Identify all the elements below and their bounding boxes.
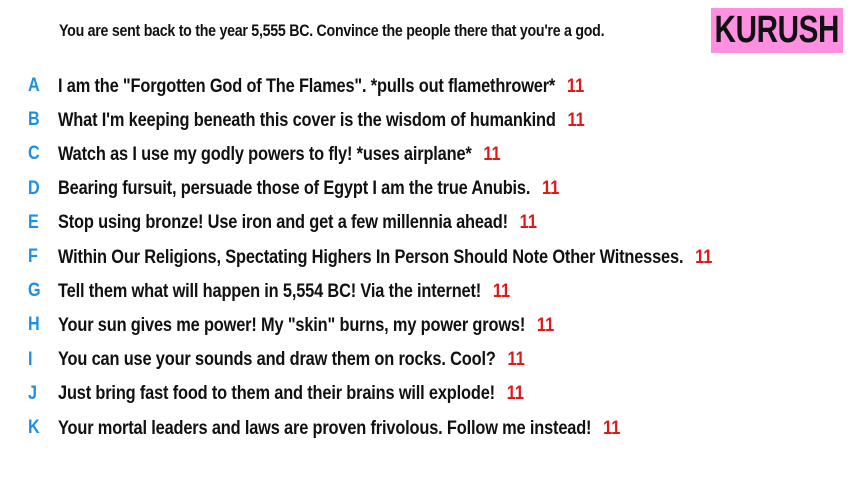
answer-score: 11 xyxy=(695,245,713,268)
answer-letter: G xyxy=(28,280,41,302)
answer-text: You can use your sounds and draw them on… xyxy=(58,348,496,371)
prompt-text: You are sent back to the year 5,555 BC. … xyxy=(59,22,605,40)
answer-text: Your sun gives me power! My "skin" burns… xyxy=(58,313,526,336)
answer-score: 11 xyxy=(566,74,585,97)
answer-score: 11 xyxy=(507,348,525,371)
answer-text: Within Our Religions, Spectating Highers… xyxy=(58,245,684,268)
answer-letter: E xyxy=(28,211,39,233)
answer-letter: F xyxy=(28,246,38,267)
answer-text: What I'm keeping beneath this cover is t… xyxy=(58,108,556,131)
answer-text: Your mortal leaders and laws are proven … xyxy=(58,416,592,439)
answer-score: 11 xyxy=(567,108,585,131)
answer-letter: J xyxy=(28,382,37,404)
answer-letter: K xyxy=(28,417,40,438)
answer-score: 11 xyxy=(492,279,511,302)
player-name: KURUSH xyxy=(714,9,840,51)
answer-letter: A xyxy=(28,75,40,96)
answer-text: Stop using bronze! Use iron and get a fe… xyxy=(58,211,508,234)
answer-text: Tell them what will happen in 5,554 BC! … xyxy=(58,279,482,302)
answer-score: 11 xyxy=(483,142,501,165)
answer-text: Bearing fursuit, persuade those of Egypt… xyxy=(58,177,531,200)
answer-text: I am the "Forgotten God of The Flames". … xyxy=(58,74,556,97)
answer-score: 11 xyxy=(506,382,525,405)
answer-letter: D xyxy=(28,177,40,199)
answer-letter: C xyxy=(28,143,40,165)
answer-score: 11 xyxy=(603,416,621,439)
answer-letter: B xyxy=(28,109,40,131)
answer-letter: I xyxy=(28,348,33,370)
answer-text: Watch as I use my godly powers to fly! *… xyxy=(58,142,472,165)
answer-score: 11 xyxy=(519,211,537,234)
answer-text: Just bring fast food to them and their b… xyxy=(58,382,495,405)
answer-score: 11 xyxy=(542,177,560,200)
answer-score: 11 xyxy=(536,313,555,336)
player-name-badge: KURUSH xyxy=(711,8,843,53)
answer-letter: H xyxy=(28,314,40,336)
